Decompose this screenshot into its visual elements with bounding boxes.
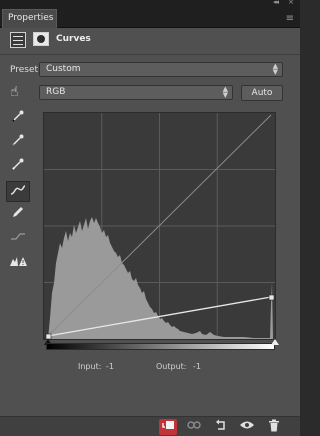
collapse-panels-icon[interactable]: ◂◂ [273, 0, 279, 6]
clip-to-layer-icon[interactable] [159, 419, 177, 435]
preset-select[interactable]: Custom ▲ ▼ [39, 62, 283, 77]
auto-button[interactable]: Auto [241, 85, 283, 101]
curves-graph[interactable] [43, 112, 276, 340]
close-icon[interactable]: × [288, 0, 294, 6]
smooth-curve-icon[interactable] [6, 229, 30, 250]
panel-menu-icon[interactable]: ≡ [286, 13, 294, 24]
delete-icon[interactable] [265, 419, 283, 435]
properties-panel: Curves Preset: Custom ▲▼ ☝ RGB ▲▼ Auto [0, 28, 300, 416]
window-top-strip: ◂◂ × [0, 0, 300, 7]
select-arrows-icon: ▲ ▼ [222, 85, 228, 99]
reset-icon[interactable] [212, 419, 230, 435]
panel-header: Curves [0, 28, 300, 53]
on-image-adjust-icon[interactable]: ☝ [10, 85, 30, 101]
tab-properties[interactable]: Properties [2, 9, 57, 28]
black-point-eyedropper-icon[interactable] [6, 109, 30, 130]
output-value: -1 [193, 362, 201, 371]
input-value: -1 [106, 362, 114, 371]
select-arrows-icon: ▲ ▼ [272, 62, 278, 76]
curve-point-white [268, 294, 275, 301]
view-previous-state-icon[interactable] [185, 419, 203, 435]
curves-adjustment-icon[interactable] [10, 32, 26, 48]
histogram [48, 217, 273, 339]
preset-value: Custom [46, 64, 81, 74]
pencil-tool-icon[interactable] [6, 205, 30, 226]
divider [0, 54, 300, 55]
output-label: Output: [156, 362, 187, 371]
input-gradient-bar [46, 343, 275, 350]
visibility-icon[interactable] [238, 419, 256, 435]
panel-title: Curves [56, 34, 91, 44]
preset-label: Preset: [10, 65, 42, 75]
input-label: Input: [78, 362, 102, 371]
panel-footer [0, 416, 300, 436]
preset-row: Preset: Custom ▲ ▼ [0, 62, 300, 78]
white-input-slider[interactable] [271, 339, 279, 345]
channel-value: RGB [46, 87, 66, 97]
panel-tab-bar: Properties ≡ [0, 7, 300, 28]
white-point-eyedropper-icon[interactable] [6, 157, 30, 178]
curve-points-tool-icon[interactable] [6, 181, 30, 202]
layer-mask-icon[interactable] [33, 32, 49, 46]
gray-point-eyedropper-icon[interactable] [6, 133, 30, 154]
clipping-warning-icon[interactable] [6, 253, 30, 274]
channel-select[interactable]: RGB ▲ ▼ [39, 85, 233, 100]
curves-toolbar [6, 109, 32, 277]
